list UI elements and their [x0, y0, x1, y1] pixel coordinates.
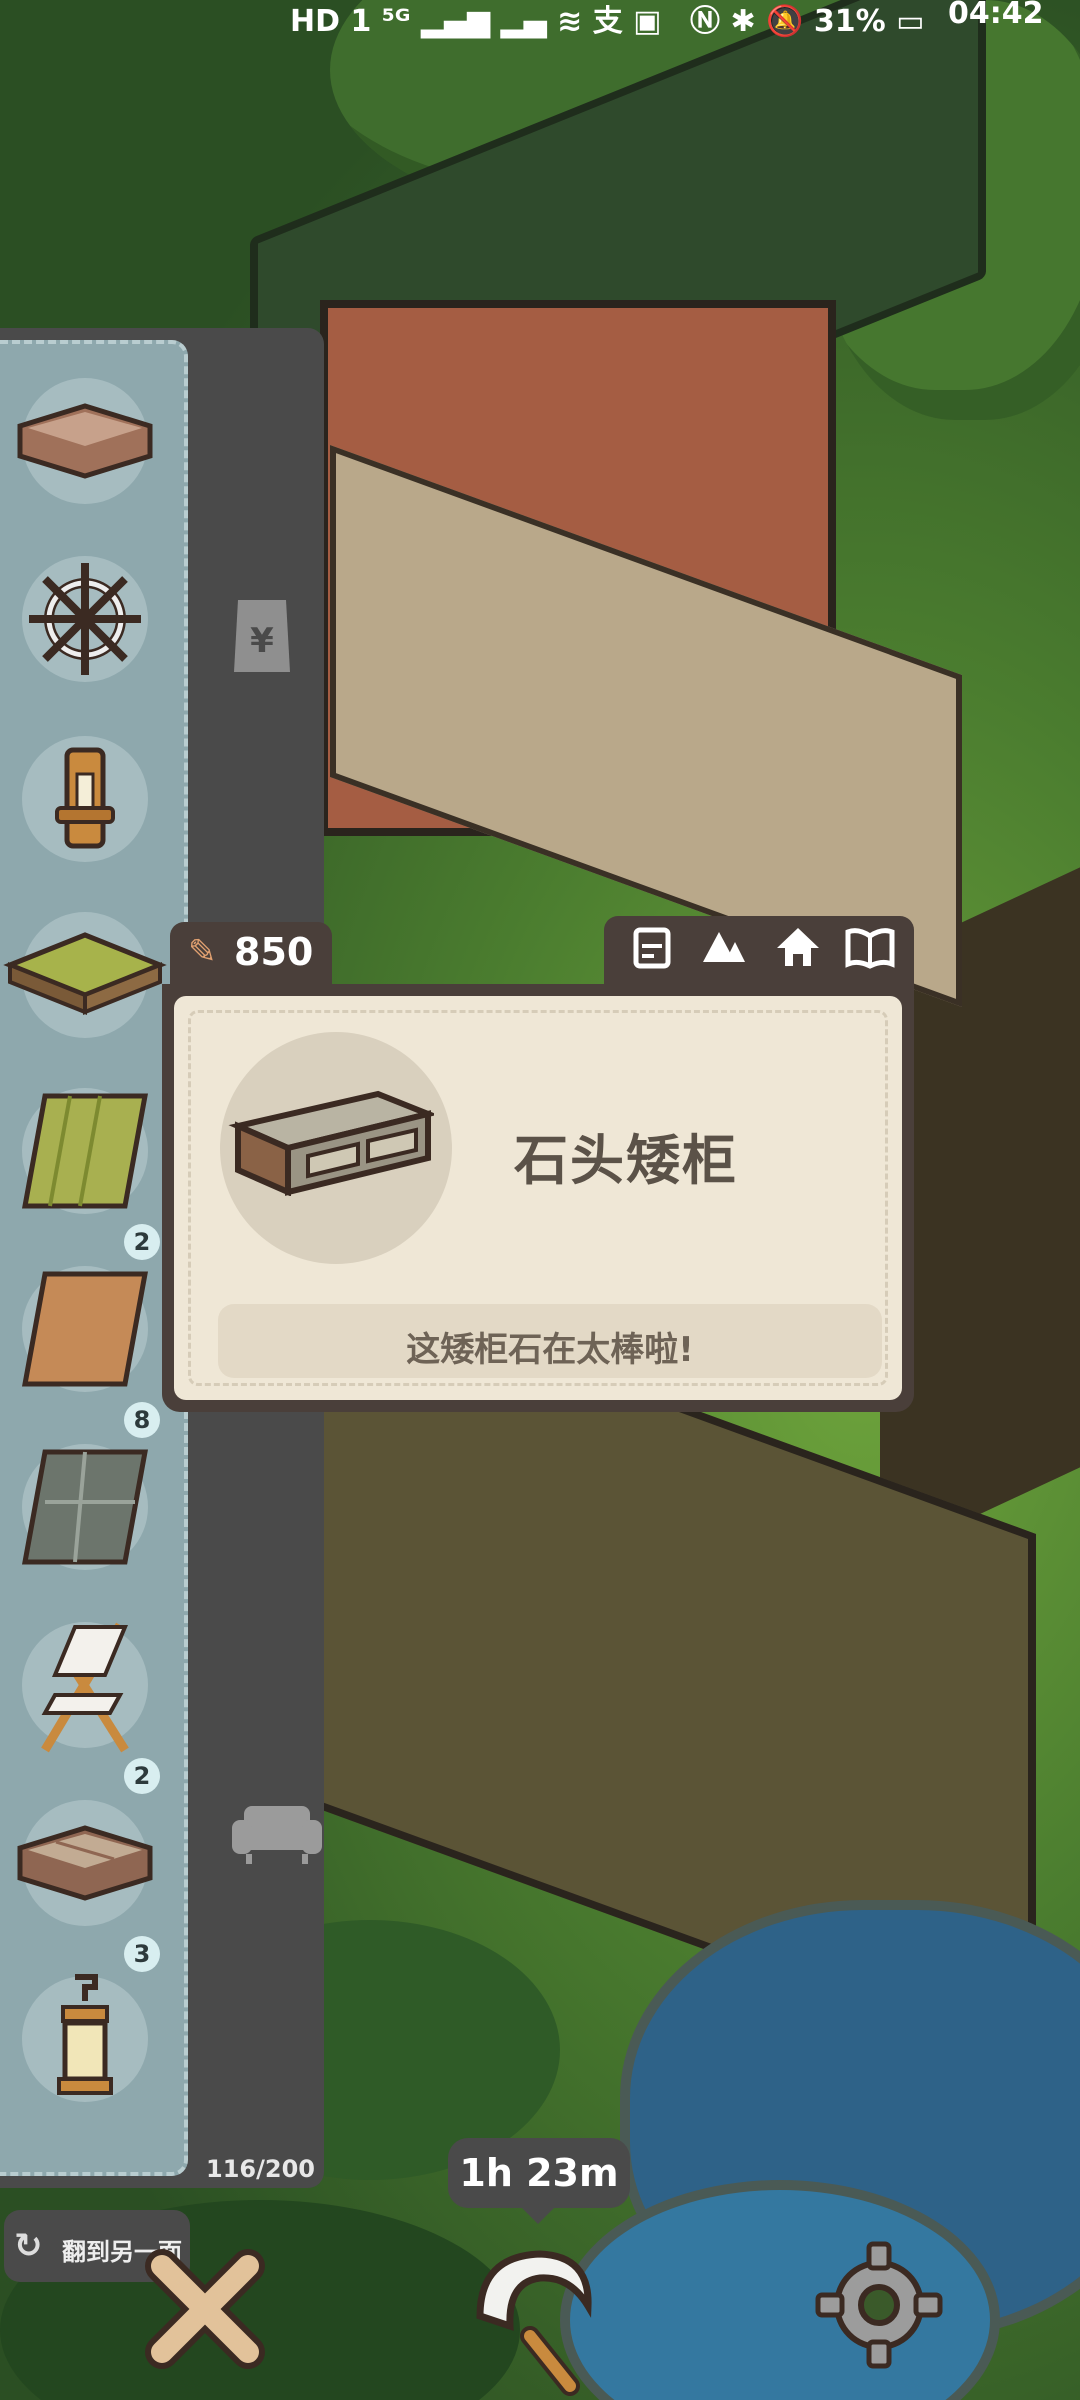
item-count-badge: 8	[124, 1402, 160, 1438]
close-icon	[145, 2249, 265, 2369]
book-icon	[845, 928, 895, 969]
settings-button[interactable]	[814, 2240, 944, 2370]
inventory-item-tatami-table[interactable]	[3, 912, 167, 1038]
harvest-button[interactable]	[460, 2236, 610, 2396]
inventory-capacity: 116/200	[206, 2155, 315, 2183]
price-tag-icon: ¥	[234, 600, 290, 672]
item-preview	[220, 1032, 452, 1264]
tatami-table-icon	[3, 932, 167, 1015]
inventory-item-stone-floor-tile[interactable]	[17, 1800, 153, 1926]
item-name: 石头矮柜	[514, 1129, 738, 1192]
wood-rug-icon	[22, 1271, 148, 1387]
decor-category-tab[interactable]: ¥	[230, 588, 294, 691]
svg-text:¥: ¥	[250, 621, 274, 661]
bamboo-mat-icon	[22, 1093, 148, 1209]
inventory-item-wooden-floor-tile[interactable]	[17, 378, 153, 504]
ship-wheel-icon	[29, 563, 141, 675]
sickle-icon	[476, 2250, 592, 2396]
card-tab-bar	[604, 916, 914, 986]
card-tab-outdoor[interactable]	[696, 926, 752, 976]
inventory-item-stone-rug-roll[interactable]	[22, 1444, 148, 1570]
close-button[interactable]	[140, 2244, 270, 2374]
item-detail-card: 石头矮柜 这矮柜石在太棒啦!	[162, 984, 914, 1412]
gear-icon	[815, 2241, 943, 2369]
item-count-badge: 3	[124, 1936, 160, 1972]
card-tab-info[interactable]	[624, 926, 680, 976]
inventory-item-bamboo-mat-roll[interactable]	[22, 1088, 148, 1214]
home-icon	[777, 928, 819, 966]
floor-tile-icon	[17, 403, 153, 479]
folding-chair-icon	[41, 1622, 129, 1753]
wall-candle-icon	[55, 747, 115, 849]
status-time: 04:42	[948, 0, 1044, 31]
inventory-item-ship-wheel[interactable]	[22, 556, 148, 682]
lantern-icon	[57, 1974, 113, 2095]
harvest-timer: 1h 23m	[448, 2138, 630, 2224]
status-bar: HD 1 ⁵ᴳ ▂▄▆ ▂▄ ≋ 支 ▣ Ⓝ ✱ 🔕 31% ▭ 04:42	[0, 0, 1080, 39]
rotate-icon: ↻	[14, 2226, 43, 2266]
inventory-item-hanging-lantern[interactable]	[22, 1974, 148, 2102]
item-detail-content: 石头矮柜 这矮柜石在太棒啦!	[174, 996, 902, 1400]
status-right-icons: Ⓝ ✱ 🔕 31% ▭	[690, 4, 925, 39]
sofa-icon	[232, 1806, 322, 1864]
item-count-badge: 2	[124, 1224, 160, 1260]
item-description-box: 这矮柜石在太棒啦!	[218, 1304, 882, 1378]
stone-tile-icon	[17, 1825, 153, 1901]
inventory-list[interactable]: 2 8 2 3	[0, 340, 188, 2176]
card-tab-book[interactable]	[842, 926, 898, 976]
inventory-item-folding-chair[interactable]	[22, 1622, 148, 1753]
card-info-icon	[633, 927, 671, 969]
inventory-item-wall-candle[interactable]	[22, 736, 148, 862]
furniture-category-tab[interactable]	[230, 1798, 324, 1877]
carrot-price-tab: ✎ 850	[170, 922, 332, 984]
stone-cabinet-icon	[228, 1090, 434, 1196]
mountain-icon	[703, 932, 745, 962]
inventory-item-wood-rug-roll[interactable]	[22, 1266, 148, 1392]
carrot-value: 850	[234, 930, 314, 974]
item-count-badge: 2	[124, 1758, 160, 1794]
carrot-icon: ✎	[188, 932, 217, 972]
item-description: 这矮柜石在太棒啦!	[406, 1330, 694, 1370]
status-left-icons: HD 1 ⁵ᴳ ▂▄▆ ▂▄ ≋ 支 ▣	[290, 4, 662, 39]
stone-rug-icon	[22, 1449, 148, 1565]
card-tab-home[interactable]	[770, 926, 826, 976]
